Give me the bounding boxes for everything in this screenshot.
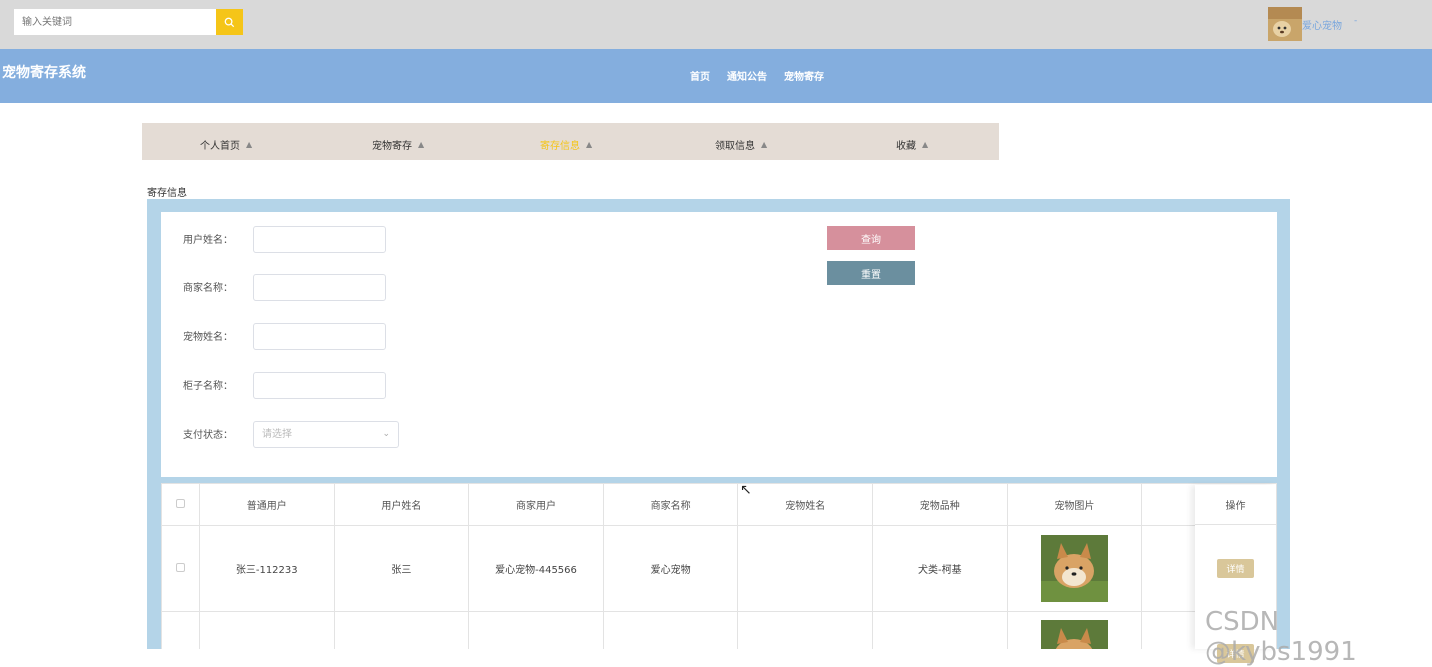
select-all-checkbox[interactable] (175, 498, 185, 508)
pet-photo (1040, 620, 1108, 649)
select-placeholder: 请选择 (262, 429, 292, 440)
table-cell (871, 611, 1008, 649)
label-merchant-name: 商家名称： (183, 283, 233, 294)
table-cell: 张三-112233 (198, 525, 335, 612)
tab-pickup-info[interactable]: 领取信息 ▲ (715, 137, 767, 152)
table-header-row: 普通用户 用户姓名 商家用户 商家名称 宠物姓名 宠物品种 宠物图片 寄 (161, 483, 1277, 526)
chevron-down-icon: ⌄ (382, 429, 390, 439)
pet-name-input[interactable] (253, 323, 386, 350)
col-header: 用户姓名 (333, 483, 470, 526)
label-cabinet-name: 柜子名称： (183, 381, 233, 392)
watermark: CSDN @kybs1991 (1205, 607, 1357, 667)
table-cell (198, 611, 335, 649)
home-icon: ▲ (418, 140, 425, 149)
main-nav: 首页 通知公告 宠物寄存 (690, 68, 824, 83)
site-title: 宠物寄存系统 (2, 65, 86, 81)
row-select-cell[interactable] (161, 611, 200, 649)
storage-table: 普通用户 用户姓名 商家用户 商家名称 宠物姓名 宠物品种 宠物图片 寄 张三-… (161, 483, 1277, 649)
search-button[interactable] (216, 9, 243, 35)
tab-label: 收藏 (896, 141, 916, 152)
home-icon: ▲ (761, 140, 768, 149)
search-input[interactable] (14, 9, 216, 35)
tab-pet-storage[interactable]: 宠物寄存 ▲ (372, 137, 424, 152)
tab-label: 个人首页 (200, 141, 240, 152)
table-cell (468, 611, 604, 649)
avatar[interactable] (1268, 7, 1302, 41)
user-center-tabs: 个人首页 ▲ 宠物寄存 ▲ 寄存信息 ▲ 领取信息 ▲ 收藏 ▲ (142, 123, 999, 160)
tab-label: 领取信息 (715, 141, 755, 152)
mouse-cursor-icon: ↖ (740, 482, 752, 498)
pet-image-cell (1006, 611, 1143, 649)
tab-profile[interactable]: 个人首页 ▲ (200, 137, 252, 152)
tab-storage-info[interactable]: 寄存信息 ▲ (540, 137, 592, 152)
table-cell: 爱心宠物-445566 (468, 525, 604, 612)
user-menu-caret[interactable]: - (1354, 16, 1357, 26)
home-icon: ▲ (922, 140, 929, 149)
table-cell (602, 611, 739, 649)
label-pet-name: 宠物姓名： (183, 332, 233, 343)
table-cell: 犬类-柯基 (871, 525, 1008, 612)
nav-bar: 宠物寄存系统 首页 通知公告 宠物寄存 (0, 49, 1432, 103)
col-header: 商家名称 (602, 483, 739, 526)
merchant-name-input[interactable] (253, 274, 386, 301)
pet-photo (1040, 535, 1108, 602)
col-header: 宠物品种 (871, 483, 1008, 526)
pet-image-cell (1006, 525, 1143, 612)
top-bar: 爱心宠物 - (0, 0, 1432, 49)
col-header: 商家用户 (468, 483, 604, 526)
user-name[interactable]: 爱心宠物 (1302, 17, 1342, 32)
table-cell (333, 611, 470, 649)
select-all-cell[interactable] (161, 483, 200, 526)
search-icon (224, 17, 235, 27)
nav-item-home[interactable]: 首页 (690, 68, 710, 83)
nav-item-pet-storage[interactable]: 宠物寄存 (784, 68, 824, 83)
label-user-name: 用户姓名： (183, 235, 233, 246)
query-button[interactable]: 查询 (827, 226, 915, 250)
user-name-input[interactable] (253, 226, 386, 253)
table-cell (737, 525, 873, 612)
label-payment-status: 支付状态： (183, 430, 233, 441)
col-header: 普通用户 (198, 483, 335, 526)
detail-button[interactable]: 详情 (1217, 559, 1254, 578)
table-row: 张三-112233 张三 爱心宠物-445566 爱心宠物 犬类-柯基 (161, 525, 1277, 612)
table-cell: 爱心宠物 (602, 525, 739, 612)
row-checkbox[interactable] (175, 562, 185, 572)
cabinet-name-input[interactable] (253, 372, 386, 399)
home-icon: ▲ (246, 140, 253, 149)
tab-favorites[interactable]: 收藏 ▲ (896, 137, 928, 152)
row-select-cell[interactable] (161, 525, 200, 612)
col-header-operations: 操作 (1195, 485, 1276, 525)
table-cell: 张三 (333, 525, 470, 612)
tab-label: 宠物寄存 (372, 141, 412, 152)
reset-button[interactable]: 重置 (827, 261, 915, 285)
home-icon: ▲ (586, 140, 593, 149)
col-header: 宠物姓名 (737, 483, 873, 526)
table-row (161, 611, 1277, 649)
search-form: 用户姓名： 商家名称： 宠物姓名： 柜子名称： 支付状态： 请选择 ⌄ 查询 重… (161, 212, 1277, 477)
payment-status-select[interactable]: 请选择 ⌄ (253, 421, 399, 448)
tab-label: 寄存信息 (540, 141, 580, 152)
section-title: 寄存信息 (147, 188, 187, 199)
col-header: 宠物图片 (1006, 483, 1143, 526)
table-cell (737, 611, 873, 649)
nav-item-notice[interactable]: 通知公告 (727, 68, 767, 83)
